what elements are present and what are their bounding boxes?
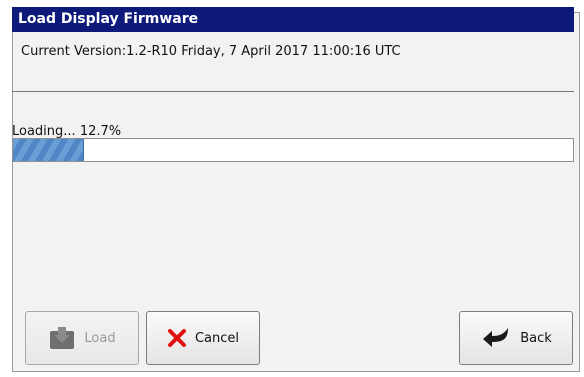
back-arrow-icon	[480, 326, 512, 350]
progress-bar-fill	[13, 139, 85, 161]
cancel-button-label: Cancel	[194, 330, 240, 346]
back-button-label: Back	[520, 330, 552, 346]
load-button-label: Load	[84, 330, 116, 346]
load-button[interactable]: Load	[25, 311, 139, 365]
back-button[interactable]: Back	[459, 311, 573, 365]
current-version-text: Current Version:1.2-R10 Friday, 7 April …	[21, 44, 401, 59]
cancel-button[interactable]: Cancel	[146, 311, 260, 365]
divider	[12, 91, 574, 92]
progress-bar	[12, 138, 574, 162]
download-icon	[48, 325, 76, 351]
close-icon	[167, 328, 187, 348]
dialog-title: Load Display Firmware	[12, 7, 574, 32]
loading-status-text: Loading... 12.7%	[12, 124, 122, 139]
